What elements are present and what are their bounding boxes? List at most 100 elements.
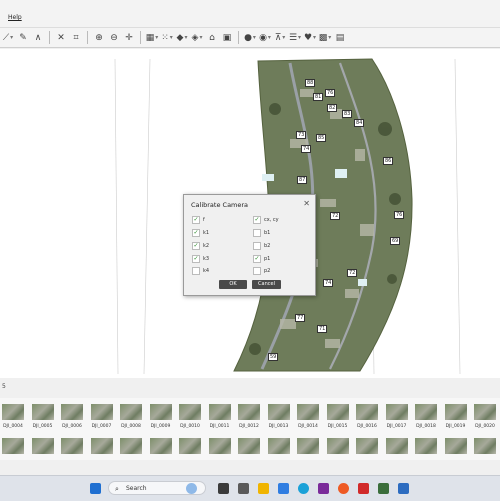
photo-thumbnail[interactable] xyxy=(474,438,496,454)
photo-thumbnail[interactable] xyxy=(385,404,408,420)
diamond-icon[interactable]: ◆ xyxy=(176,32,188,44)
map-marker[interactable]: 72 xyxy=(330,212,341,220)
photo-thumbnail[interactable] xyxy=(267,404,290,420)
map-marker[interactable]: 76 xyxy=(394,211,405,219)
camera-icon[interactable]: ◉ xyxy=(259,32,271,44)
photo-thumbnail[interactable] xyxy=(31,438,54,454)
app-icon[interactable] xyxy=(278,483,289,494)
image-icon[interactable]: ▩ xyxy=(319,32,331,44)
map-icon[interactable]: ▣ xyxy=(221,32,233,44)
map-marker[interactable]: 72 xyxy=(347,269,358,277)
app-icon[interactable] xyxy=(238,483,249,494)
map-marker[interactable]: 59 xyxy=(268,353,279,361)
menu-help[interactable]: Help xyxy=(8,14,22,21)
checkbox-k3[interactable]: ✓ k3 xyxy=(192,255,209,263)
photo-thumbnail[interactable] xyxy=(149,404,172,420)
grid-table-icon[interactable]: ▤ xyxy=(334,32,346,44)
photo-thumbnail[interactable] xyxy=(267,438,290,454)
photo-thumbnail[interactable] xyxy=(120,438,142,454)
windows-start-icon[interactable] xyxy=(90,483,101,494)
map-marker[interactable]: 87 xyxy=(297,176,308,184)
ok-button[interactable]: OK xyxy=(219,280,247,289)
app-icon[interactable] xyxy=(358,483,369,494)
photo-thumbnail[interactable] xyxy=(415,438,437,454)
photo-thumbnail[interactable] xyxy=(61,404,83,420)
crop-icon[interactable]: ⌗ xyxy=(70,32,82,44)
photo-thumbnail[interactable] xyxy=(444,404,467,420)
photo-thumbnail[interactable] xyxy=(120,404,142,420)
zoom-in-icon[interactable]: ⊕ xyxy=(93,32,105,44)
heart-icon[interactable]: ♥ xyxy=(304,32,316,44)
check-icon[interactable]: ✓ xyxy=(192,229,200,237)
zoom-out-icon[interactable]: ⊖ xyxy=(108,32,120,44)
cancel-button[interactable]: Cancel xyxy=(252,280,281,289)
map-marker[interactable]: 71 xyxy=(317,325,328,333)
pencil-icon[interactable]: ✎ xyxy=(17,32,29,44)
checkbox-b1[interactable]: b1 xyxy=(253,229,270,237)
map-marker[interactable]: 74 xyxy=(323,279,334,287)
photo-thumbnail[interactable] xyxy=(238,438,260,454)
check-icon[interactable]: ✓ xyxy=(192,255,200,263)
photo-thumbnail[interactable] xyxy=(474,404,496,420)
app-icon[interactable] xyxy=(378,483,389,494)
checkbox-cx-cy[interactable]: ✓ cx, cy xyxy=(253,216,279,224)
checkbox-k4[interactable]: k4 xyxy=(192,267,209,275)
photo-thumbnail[interactable] xyxy=(356,404,378,420)
photo-thumbnail[interactable] xyxy=(2,438,24,454)
checkbox-p2[interactable]: p2 xyxy=(253,267,270,275)
dots-grid-icon[interactable]: ⁙ xyxy=(161,32,173,44)
vector-icon[interactable]: ⟋ xyxy=(2,32,14,44)
file-explorer-icon[interactable] xyxy=(258,483,269,494)
check-icon[interactable]: ✓ xyxy=(253,216,261,224)
close-x-icon[interactable]: ✕ xyxy=(55,32,67,44)
map-marker[interactable]: 77 xyxy=(295,314,306,322)
map-marker[interactable]: 84 xyxy=(354,119,365,127)
app-icon[interactable] xyxy=(318,483,329,494)
checkbox-b2[interactable]: b2 xyxy=(253,242,270,250)
photo-thumbnail[interactable] xyxy=(179,404,201,420)
edge-icon[interactable] xyxy=(298,483,309,494)
photo-thumbnail[interactable] xyxy=(326,438,349,454)
diamond-layers-icon[interactable]: ◈ xyxy=(191,32,203,44)
photo-thumbnail[interactable] xyxy=(297,438,319,454)
list-icon[interactable]: ☰ xyxy=(289,32,301,44)
map-marker[interactable]: 82 xyxy=(327,104,338,112)
angle-icon[interactable]: ∧ xyxy=(32,32,44,44)
photo-thumbnail[interactable] xyxy=(326,404,349,420)
checkbox-f[interactable]: ✓ f xyxy=(192,216,205,224)
photo-thumbnail[interactable] xyxy=(385,438,408,454)
map-marker[interactable]: 73 xyxy=(296,131,307,139)
photo-thumbnail[interactable] xyxy=(444,438,467,454)
photo-thumbnail[interactable] xyxy=(415,404,437,420)
photo-thumbnail[interactable] xyxy=(2,404,24,420)
map-marker[interactable]: 88 xyxy=(305,79,316,87)
map-marker[interactable]: 83 xyxy=(342,110,353,118)
photo-thumbnail[interactable] xyxy=(149,438,172,454)
check-icon[interactable]: ✓ xyxy=(192,242,200,250)
app-icon[interactable] xyxy=(398,483,409,494)
map-marker[interactable]: 81 xyxy=(313,93,324,101)
map-marker[interactable]: 76 xyxy=(325,89,336,97)
checkbox-p1[interactable]: ✓ p1 xyxy=(253,255,270,263)
photo-thumbnail[interactable] xyxy=(238,404,260,420)
map-marker[interactable]: 74 xyxy=(301,145,312,153)
photo-thumbnail[interactable] xyxy=(61,438,83,454)
grid-icon[interactable]: ▦ xyxy=(146,32,158,44)
firefox-icon[interactable] xyxy=(338,483,349,494)
map-marker[interactable]: 86 xyxy=(383,157,394,165)
photo-thumbnail[interactable] xyxy=(356,438,378,454)
checkbox-k1[interactable]: ✓ k1 xyxy=(192,229,209,237)
photo-thumbnail[interactable] xyxy=(208,404,231,420)
close-icon[interactable]: ✕ xyxy=(303,199,310,208)
check-icon[interactable]: ✓ xyxy=(253,255,261,263)
photo-thumbnail[interactable] xyxy=(179,438,201,454)
tag-icon[interactable]: ⌂ xyxy=(206,32,218,44)
photo-thumbnail[interactable] xyxy=(297,404,319,420)
tripod-icon[interactable]: ⊼ xyxy=(274,32,286,44)
photo-thumbnail[interactable] xyxy=(31,404,54,420)
weather-icon[interactable] xyxy=(186,483,197,494)
map-marker[interactable]: 69 xyxy=(390,237,401,245)
map-marker[interactable]: 85 xyxy=(316,134,327,142)
photo-thumbnail[interactable] xyxy=(90,438,113,454)
globe-icon[interactable]: ● xyxy=(244,32,256,44)
